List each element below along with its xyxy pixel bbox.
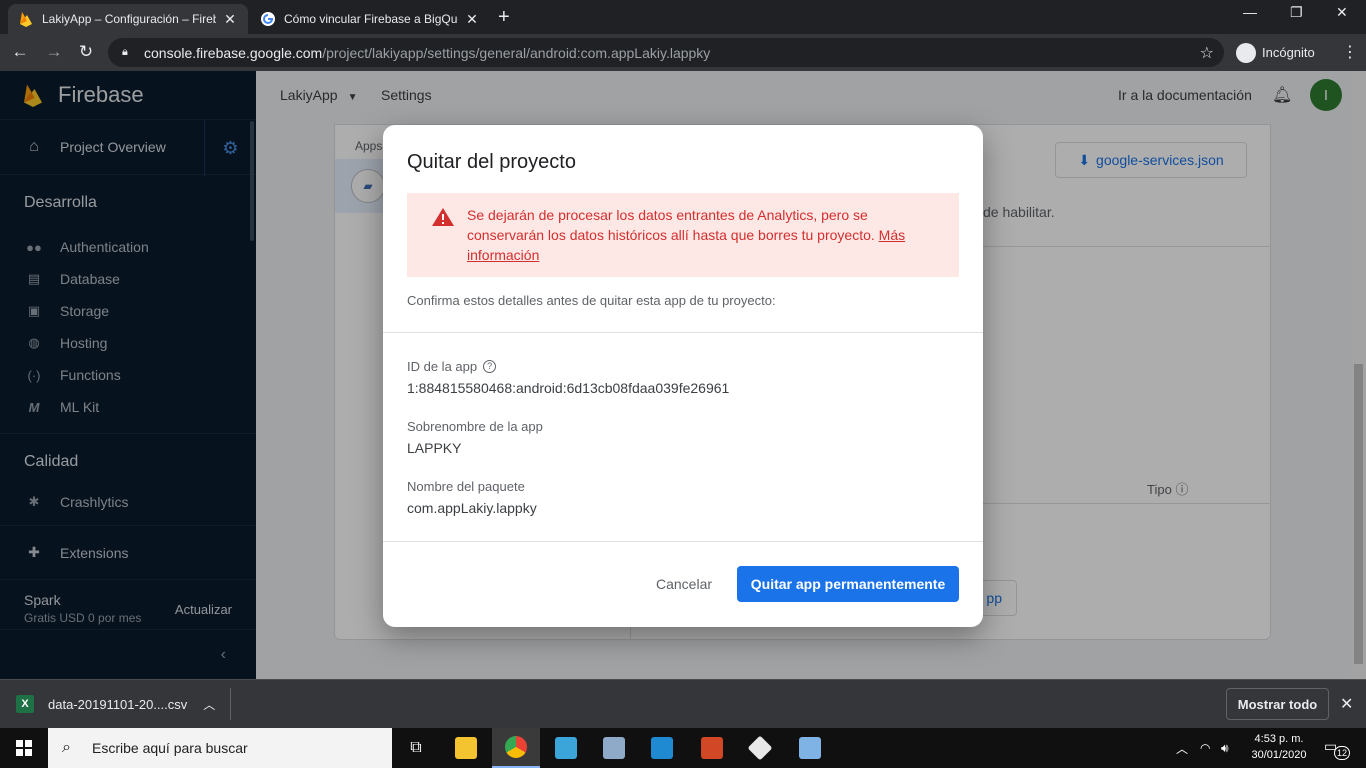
forward-icon[interactable]: → — [44, 42, 64, 62]
tab-firebase-settings[interactable]: LakiyApp – Configuración – Fireb ✕ — [8, 4, 248, 34]
tab-title: LakiyApp – Configuración – Fireb — [42, 12, 216, 26]
divider — [230, 688, 231, 720]
system-clock[interactable]: 4:53 p. m. 30/01/2020 — [1244, 731, 1314, 763]
incognito-label: Incógnito — [1262, 45, 1315, 60]
notification-count: 12 — [1334, 746, 1350, 760]
lock-icon: 🔒︎ — [122, 46, 128, 58]
app-nickname-field: Sobrenombre de la app LAPPKY — [407, 419, 543, 456]
tab-bigquery-article[interactable]: Cómo vincular Firebase a BigQue ✕ — [250, 4, 490, 34]
warning-icon — [432, 208, 454, 226]
divider — [383, 332, 983, 333]
divider — [383, 541, 983, 542]
url-path: /project/lakiyapp/settings/general/andro… — [322, 44, 711, 61]
app-id-label: ID de la app? — [407, 359, 729, 374]
minimize-icon[interactable]: — — [1243, 4, 1257, 20]
incognito-badge[interactable]: Incógnito — [1232, 39, 1325, 66]
browser-toolbar: ← → ↻ 🔒︎ console.firebase.google.com/pro… — [0, 34, 1366, 71]
browser-tab-bar: LakiyApp – Configuración – Fireb ✕ Cómo … — [0, 0, 1366, 34]
field-label: ID de la app — [407, 359, 478, 374]
reload-icon[interactable]: ↻ — [76, 42, 96, 62]
dialog-title: Quitar del proyecto — [407, 151, 576, 173]
powerpoint-icon[interactable] — [688, 728, 736, 768]
task-view-icon[interactable]: ⧉ — [392, 728, 440, 768]
app-nickname-value: LAPPKY — [407, 440, 462, 456]
network-tool-icon[interactable] — [590, 728, 638, 768]
app-id-field: ID de la app? 1:884815580468:android:6d1… — [407, 359, 729, 396]
show-all-button[interactable]: Mostrar todo — [1226, 688, 1329, 720]
url-host: console.firebase.google.com — [144, 44, 323, 61]
vscode-icon[interactable] — [638, 728, 686, 768]
google-icon — [260, 11, 276, 27]
field-label: Nombre del paquete — [407, 479, 525, 494]
close-window-icon[interactable]: ✕ — [1336, 4, 1348, 21]
remove-app-button[interactable]: Quitar app permanentemente — [737, 566, 959, 602]
close-tab-icon[interactable]: ✕ — [464, 11, 480, 28]
firebase-icon — [18, 11, 34, 27]
search-placeholder: Escribe aquí para buscar — [92, 740, 248, 756]
taskbar-search[interactable]: ⌕ Escribe aquí para buscar — [48, 728, 392, 768]
back-icon[interactable]: ← — [10, 42, 30, 62]
file-explorer-icon[interactable] — [442, 728, 490, 768]
confirm-text: Confirma estos detalles antes de quitar … — [407, 293, 776, 308]
browser-menu-icon[interactable]: ⋮ — [1342, 42, 1358, 62]
download-filename: data-20191101-20....csv — [48, 696, 188, 712]
cancel-button[interactable]: Cancelar — [639, 566, 729, 602]
download-shelf: X data-20191101-20....csv ︿ Mostrar todo… — [0, 679, 1366, 728]
chevron-up-icon[interactable]: ︿ — [203, 696, 215, 713]
clock-time: 4:53 p. m. — [1254, 733, 1304, 745]
git-tool-icon[interactable] — [736, 728, 784, 768]
remove-app-dialog: Quitar del proyecto Se dejarán de proces… — [383, 125, 983, 627]
incognito-icon — [1236, 42, 1256, 63]
restore-icon[interactable]: ❐ — [1290, 4, 1303, 21]
close-tab-icon[interactable]: ✕ — [222, 11, 238, 28]
address-bar[interactable]: 🔒︎ console.firebase.google.com/project/l… — [108, 38, 1224, 67]
close-icon[interactable]: ✕ — [1340, 694, 1353, 714]
excel-file-icon: X — [16, 695, 34, 713]
chrome-icon[interactable] — [492, 728, 540, 768]
package-name-value: com.appLakiy.lappky — [407, 500, 537, 516]
tab-title: Cómo vincular Firebase a BigQue — [284, 12, 458, 26]
wifi-icon[interactable]: ◠ — [1200, 728, 1210, 768]
volume-icon[interactable]: 🔊︎ — [1221, 728, 1229, 768]
windows-start-icon[interactable] — [0, 728, 48, 768]
bookmark-star-icon[interactable]: ☆ — [1200, 43, 1214, 63]
search-icon: ⌕ — [62, 739, 71, 756]
download-item[interactable]: X data-20191101-20....csv ︿ — [16, 680, 215, 728]
package-name-field: Nombre del paquete com.appLakiy.lappky — [407, 479, 537, 516]
taskbar: ⌕ Escribe aquí para buscar ⧉ ︿ ◠ 🔊︎ 4:53… — [0, 728, 1366, 768]
azure-data-studio-icon[interactable] — [542, 728, 590, 768]
clock-date: 30/01/2020 — [1251, 749, 1307, 761]
field-label: Sobrenombre de la app — [407, 419, 543, 434]
warning-alert: Se dejarán de procesar los datos entrant… — [407, 193, 959, 277]
warning-message: Se dejarán de procesar los datos entrant… — [467, 205, 943, 277]
new-tab-icon[interactable]: + — [498, 6, 510, 29]
virtualbox-icon[interactable] — [786, 728, 834, 768]
app-id-value: 1:884815580468:android:6d13cb08fdaa039fe… — [407, 380, 730, 396]
help-icon[interactable]: ? — [483, 360, 497, 373]
warning-text: Se dejarán de procesar los datos entrant… — [467, 207, 875, 243]
chevron-up-icon[interactable]: ︿ — [1176, 728, 1188, 768]
notification-center-icon[interactable]: ▭ 12 — [1324, 738, 1350, 760]
